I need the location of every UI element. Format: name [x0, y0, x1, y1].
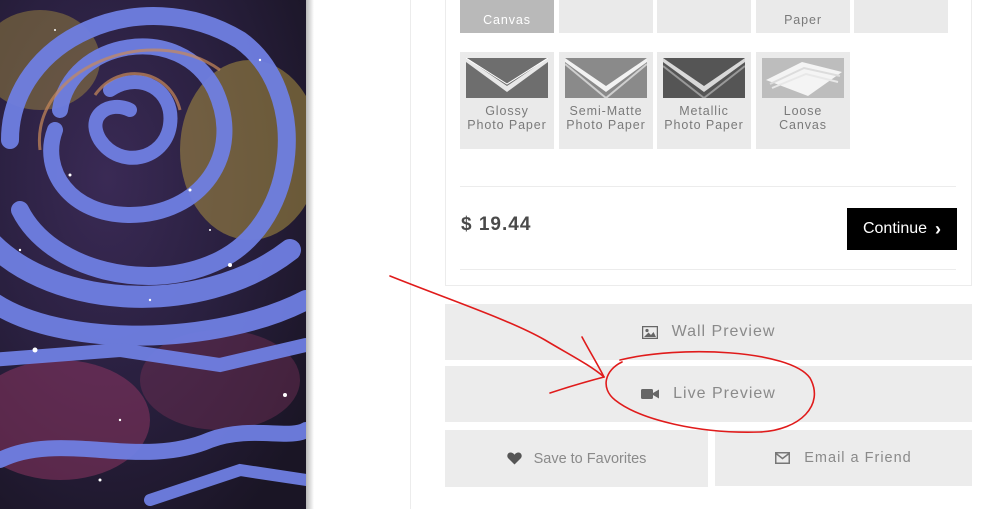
- wall-preview-button[interactable]: Wall Preview: [445, 304, 972, 360]
- divider: [460, 269, 956, 270]
- image-icon: [641, 325, 658, 339]
- video-camera-icon: [641, 388, 660, 400]
- metallic-paper-icon: [663, 58, 745, 98]
- media-option-label-line1: Glossy: [485, 104, 529, 118]
- email-a-friend-button[interactable]: Email a Friend: [715, 430, 972, 486]
- media-option-glossy-photo-paper[interactable]: Glossy Photo Paper: [460, 52, 554, 149]
- media-option-canvas[interactable]: Canvas: [460, 0, 554, 33]
- media-option-label: Paper: [784, 13, 822, 27]
- media-option-label-line2: Photo Paper: [566, 118, 646, 132]
- wall-preview-label: Wall Preview: [671, 323, 776, 340]
- heart-icon: [506, 452, 522, 465]
- save-to-favorites-label: Save to Favorites: [533, 450, 647, 467]
- save-to-favorites-button[interactable]: Save to Favorites: [445, 430, 708, 487]
- media-option-semi-matte-photo-paper[interactable]: Semi-Matte Photo Paper: [559, 52, 653, 149]
- email-a-friend-label: Email a Friend: [804, 450, 912, 466]
- price: $ 19.44: [461, 214, 532, 235]
- live-preview-button[interactable]: Live Preview: [445, 366, 972, 422]
- media-option-paper[interactable]: Paper: [756, 0, 850, 33]
- loose-canvas-icon: [762, 58, 844, 98]
- media-option-label-line2: Photo Paper: [664, 118, 744, 132]
- semi-matte-paper-icon: [565, 58, 647, 98]
- media-option-label-line2: Canvas: [779, 118, 827, 132]
- glossy-paper-icon: [466, 58, 548, 98]
- live-preview-label: Live Preview: [673, 385, 776, 402]
- continue-label: Continue: [862, 220, 928, 237]
- media-option-label-line1: Semi-Matte: [569, 104, 643, 118]
- media-option[interactable]: [657, 0, 751, 33]
- media-option-label-line1: Metallic: [679, 104, 729, 118]
- media-option-label-line2: Photo Paper: [467, 118, 547, 132]
- media-option[interactable]: [854, 0, 948, 33]
- artwork-image: [0, 0, 306, 509]
- media-option[interactable]: [559, 0, 653, 33]
- media-option-metallic-photo-paper[interactable]: Metallic Photo Paper: [657, 52, 751, 149]
- divider: [460, 186, 956, 187]
- artwork-shadow: [306, 0, 314, 509]
- media-option-loose-canvas[interactable]: Loose Canvas: [756, 52, 850, 149]
- envelope-icon: [775, 452, 791, 464]
- media-option-label: Canvas: [483, 13, 531, 27]
- column-divider: [410, 0, 411, 509]
- continue-button[interactable]: Continue ›: [847, 208, 957, 250]
- chevron-right-icon: ›: [935, 218, 942, 239]
- media-option-label-line1: Loose: [783, 104, 823, 118]
